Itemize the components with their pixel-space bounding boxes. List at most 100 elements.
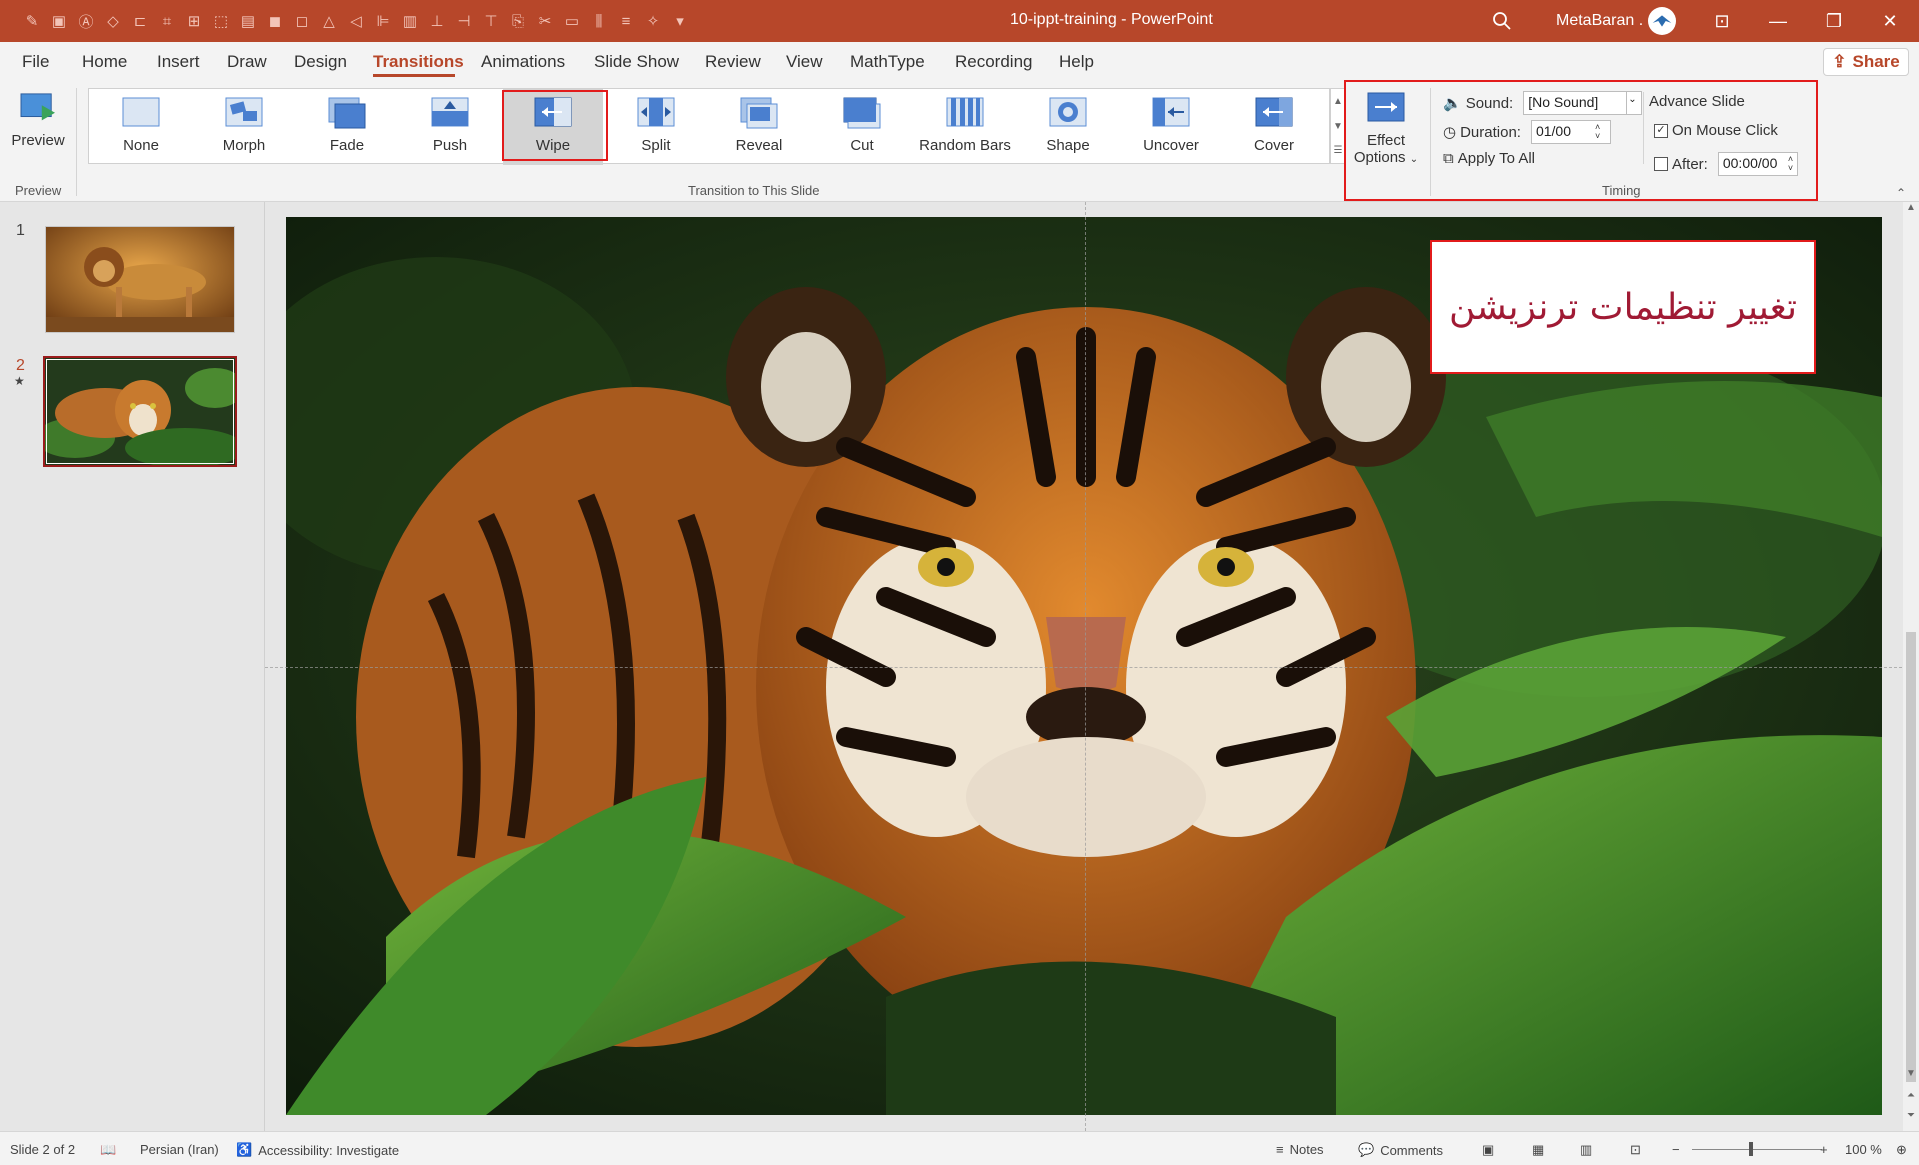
tab-draw[interactable]: Draw (227, 52, 267, 72)
gallery-scroll-down-icon[interactable]: ▼ (1331, 114, 1345, 139)
tab-view[interactable]: View (786, 52, 823, 72)
cut-icon[interactable]: ✂ (533, 9, 557, 33)
scroll-down-icon[interactable]: ▼ (1903, 1068, 1919, 1079)
align-middle-icon[interactable]: ⊤ (479, 9, 503, 33)
spell-check-icon[interactable]: 📖 (100, 1142, 116, 1158)
chart-icon[interactable]: ▥ (398, 9, 422, 33)
tab-mathtype[interactable]: MathType (850, 52, 925, 72)
distribute-v-icon[interactable]: ≡ (614, 9, 638, 33)
textbox-icon[interactable]: Ⓐ (74, 9, 98, 33)
transition-reveal[interactable]: Reveal (709, 89, 809, 165)
previous-slide-icon[interactable]: ⏶ (1903, 1090, 1919, 1101)
transition-fade[interactable]: Fade (297, 89, 397, 165)
sound-dropdown-icon[interactable]: ⌄ (1626, 91, 1643, 115)
search-icon[interactable] (1490, 9, 1514, 33)
tab-recording[interactable]: Recording (955, 52, 1033, 72)
tab-review[interactable]: Review (705, 52, 761, 72)
customize-qat-icon[interactable]: ▾ (668, 9, 692, 33)
transition-cover-label: Cover (1253, 137, 1294, 154)
picture-icon[interactable]: ▣ (47, 9, 71, 33)
slide-thumbnail-1[interactable] (45, 226, 235, 333)
copy-icon[interactable]: ⎘ (506, 9, 530, 33)
collapse-ribbon-icon[interactable]: ⌃ (1896, 186, 1906, 200)
zoom-slider[interactable] (1692, 1149, 1822, 1150)
flip-icon[interactable]: △ (317, 9, 341, 33)
tab-animations[interactable]: Animations (481, 52, 565, 72)
effect-options-button[interactable]: Effect Options ⌄ (1346, 92, 1426, 182)
transition-push[interactable]: Push (400, 89, 500, 165)
ribbon-display-options-icon[interactable]: ⊡ (1696, 0, 1748, 42)
on-mouse-click-row[interactable]: ✓ On Mouse Click (1654, 122, 1778, 139)
transition-random-bars[interactable]: Random Bars (915, 89, 1015, 165)
tab-slide-show[interactable]: Slide Show (594, 52, 679, 72)
share-button[interactable]: ⇪ Share (1823, 48, 1909, 76)
apply-to-all-button[interactable]: ⧉ Apply To All (1443, 150, 1535, 167)
after-time-field[interactable]: 00:00/00 (1717, 152, 1798, 176)
fit-to-window-icon[interactable]: ⊕ (1896, 1142, 1907, 1158)
slide-show-icon[interactable]: ⊡ (1630, 1142, 1641, 1158)
effect-options-label-2: Options ⌄ (1346, 149, 1426, 166)
duration-spinner-icon[interactable]: ˄ ˅ (1595, 123, 1600, 141)
next-slide-icon[interactable]: ⏷ (1903, 1110, 1919, 1121)
tab-design[interactable]: Design (294, 52, 347, 72)
scroll-thumb[interactable] (1906, 632, 1916, 1082)
slide-icon[interactable]: ▭ (560, 9, 584, 33)
shapes-icon[interactable]: ◇ (101, 9, 125, 33)
rotate-icon[interactable]: ◁ (344, 9, 368, 33)
scroll-up-icon[interactable]: ▲ (1903, 202, 1919, 218)
selection-icon[interactable]: ⬚ (209, 9, 233, 33)
crop-icon[interactable]: ⌗ (155, 9, 179, 33)
close-icon[interactable]: ✕ (1864, 0, 1916, 42)
transition-morph[interactable]: Morph (194, 89, 294, 165)
group-icon[interactable]: ▤ (236, 9, 260, 33)
slide-sorter-icon[interactable]: ▦ (1532, 1142, 1544, 1158)
zoom-out-icon[interactable]: − (1672, 1142, 1680, 1157)
restore-icon[interactable]: ❐ (1808, 0, 1860, 42)
tab-insert[interactable]: Insert (157, 52, 200, 72)
minimize-icon[interactable]: — (1752, 0, 1804, 42)
tab-help[interactable]: Help (1059, 52, 1094, 72)
language-indicator[interactable]: Persian (Iran) (140, 1142, 219, 1157)
transition-split[interactable]: Split (606, 89, 706, 165)
gallery-scroll[interactable]: ▲ ▼ ☰ (1330, 88, 1346, 164)
align-right-icon[interactable]: ⊣ (452, 9, 476, 33)
avatar[interactable] (1648, 7, 1676, 35)
transition-wipe[interactable]: Wipe (503, 89, 603, 165)
transition-shape[interactable]: Shape (1018, 89, 1118, 165)
gallery-more-icon[interactable]: ☰ (1331, 139, 1345, 163)
user-name[interactable]: MetaBaran . (1556, 12, 1643, 30)
transition-uncover[interactable]: Uncover (1121, 89, 1221, 165)
tab-transitions[interactable]: Transitions (373, 52, 464, 72)
normal-view-icon[interactable]: ▣ (1482, 1142, 1494, 1158)
zoom-level[interactable]: 100 % (1845, 1142, 1882, 1157)
zoom-in-icon[interactable]: + (1820, 1142, 1828, 1157)
bring-forward-icon[interactable]: ◼ (263, 9, 287, 33)
comments-button[interactable]: 💬 Comments (1358, 1142, 1443, 1158)
notes-button[interactable]: ≡ Notes (1276, 1142, 1324, 1157)
tab-home[interactable]: Home (82, 52, 127, 72)
after-checkbox[interactable] (1654, 157, 1668, 171)
preview-button[interactable]: Preview (10, 92, 66, 172)
align-icon[interactable]: ⊏ (128, 9, 152, 33)
slide-thumbnail-2[interactable] (43, 356, 237, 467)
accessibility-button[interactable]: ♿ Accessibility: Investigate (236, 1142, 399, 1158)
align-left-icon[interactable]: ⊫ (371, 9, 395, 33)
transition-none[interactable]: None (91, 89, 191, 165)
animation-icon[interactable]: ✧ (641, 9, 665, 33)
distribute-icon[interactable]: ⊞ (182, 9, 206, 33)
align-center-icon[interactable]: ⊥ (425, 9, 449, 33)
format-painter-icon[interactable]: ✎ (20, 9, 44, 33)
transition-cut[interactable]: Cut (812, 89, 912, 165)
reading-view-icon[interactable]: ▥ (1580, 1142, 1592, 1158)
transition-cut-label: Cut (850, 137, 874, 154)
transition-cover[interactable]: Cover (1224, 89, 1324, 165)
zoom-slider-thumb[interactable] (1749, 1142, 1753, 1156)
send-backward-icon[interactable]: ◻ (290, 9, 314, 33)
vertical-scrollbar[interactable]: ▲ ▼ ⏶ ⏷ (1903, 202, 1919, 1131)
distribute-h-icon[interactable]: ⫼ (587, 9, 611, 33)
tab-file[interactable]: File (22, 52, 49, 72)
after-spinner-icon[interactable]: ˄ ˅ (1788, 155, 1793, 173)
sound-select[interactable]: [No Sound] (1523, 91, 1628, 115)
on-mouse-click-checkbox[interactable]: ✓ (1654, 123, 1668, 138)
gallery-scroll-up-icon[interactable]: ▲ (1331, 89, 1345, 114)
